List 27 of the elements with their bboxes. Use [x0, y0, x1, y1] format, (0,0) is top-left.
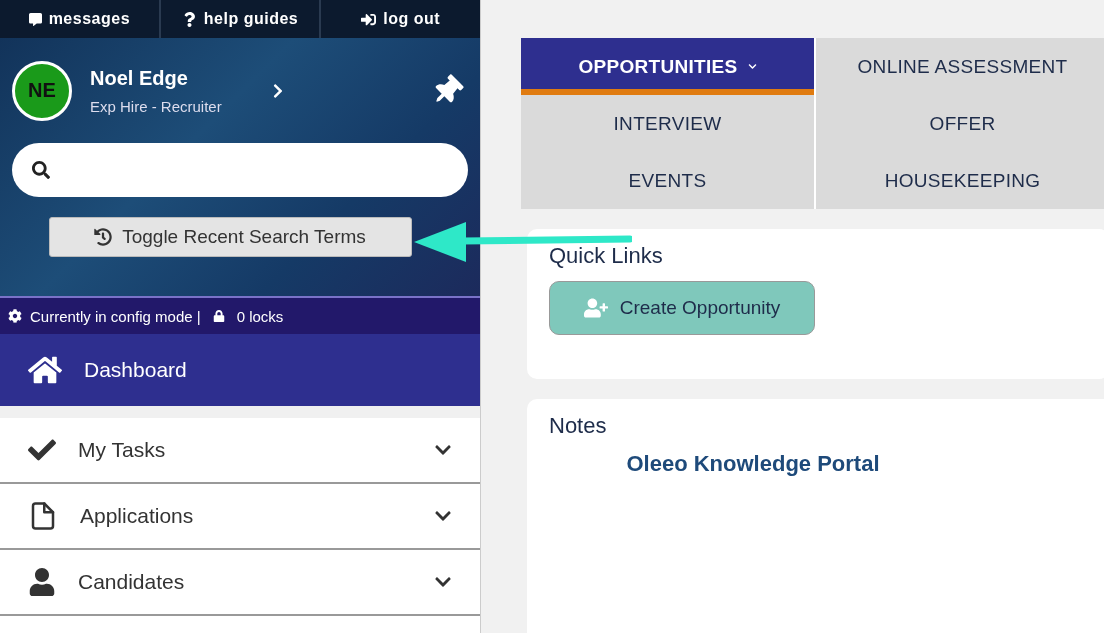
tab[interactable]: HOUSEKEEPING: [816, 152, 1104, 209]
log-out-icon: [361, 11, 377, 27]
history-icon: [94, 228, 113, 246]
tab[interactable]: EVENTS: [521, 152, 814, 209]
create-opportunity-button[interactable]: Create Opportunity: [549, 281, 815, 335]
tab[interactable]: ONLINE ASSESSMENT: [816, 38, 1104, 95]
knowledge-portal-link[interactable]: Oleeo Knowledge Portal: [626, 451, 880, 477]
tab[interactable]: OFFER: [816, 95, 1104, 152]
person-icon: [28, 568, 56, 596]
tab[interactable]: INTERVIEW: [521, 95, 814, 152]
user-name: Noel Edge: [90, 66, 189, 90]
locks-count: 0 locks: [236, 307, 284, 325]
nav-item[interactable]: Dashboard: [0, 334, 480, 406]
card-title: Quick Links: [549, 243, 664, 269]
toggle-recent-search-button[interactable]: Toggle Recent Search Terms: [48, 217, 412, 257]
search-field[interactable]: [12, 143, 468, 197]
lock-icon: [212, 310, 225, 322]
tab[interactable]: OPPORTUNITIES: [521, 38, 814, 95]
user-role: Exp Hire - Recruiter: [90, 97, 222, 115]
card-title: Notes: [549, 413, 608, 439]
gear-icon: [8, 309, 22, 323]
user-plus-icon: [583, 296, 608, 320]
top-bar-link[interactable]: log out: [321, 0, 480, 38]
avatar[interactable]: NE: [12, 60, 72, 121]
config-mode-text: Currently in config mode |: [30, 307, 201, 325]
chat-bubble-icon: [28, 12, 42, 26]
search-icon: [32, 161, 50, 179]
